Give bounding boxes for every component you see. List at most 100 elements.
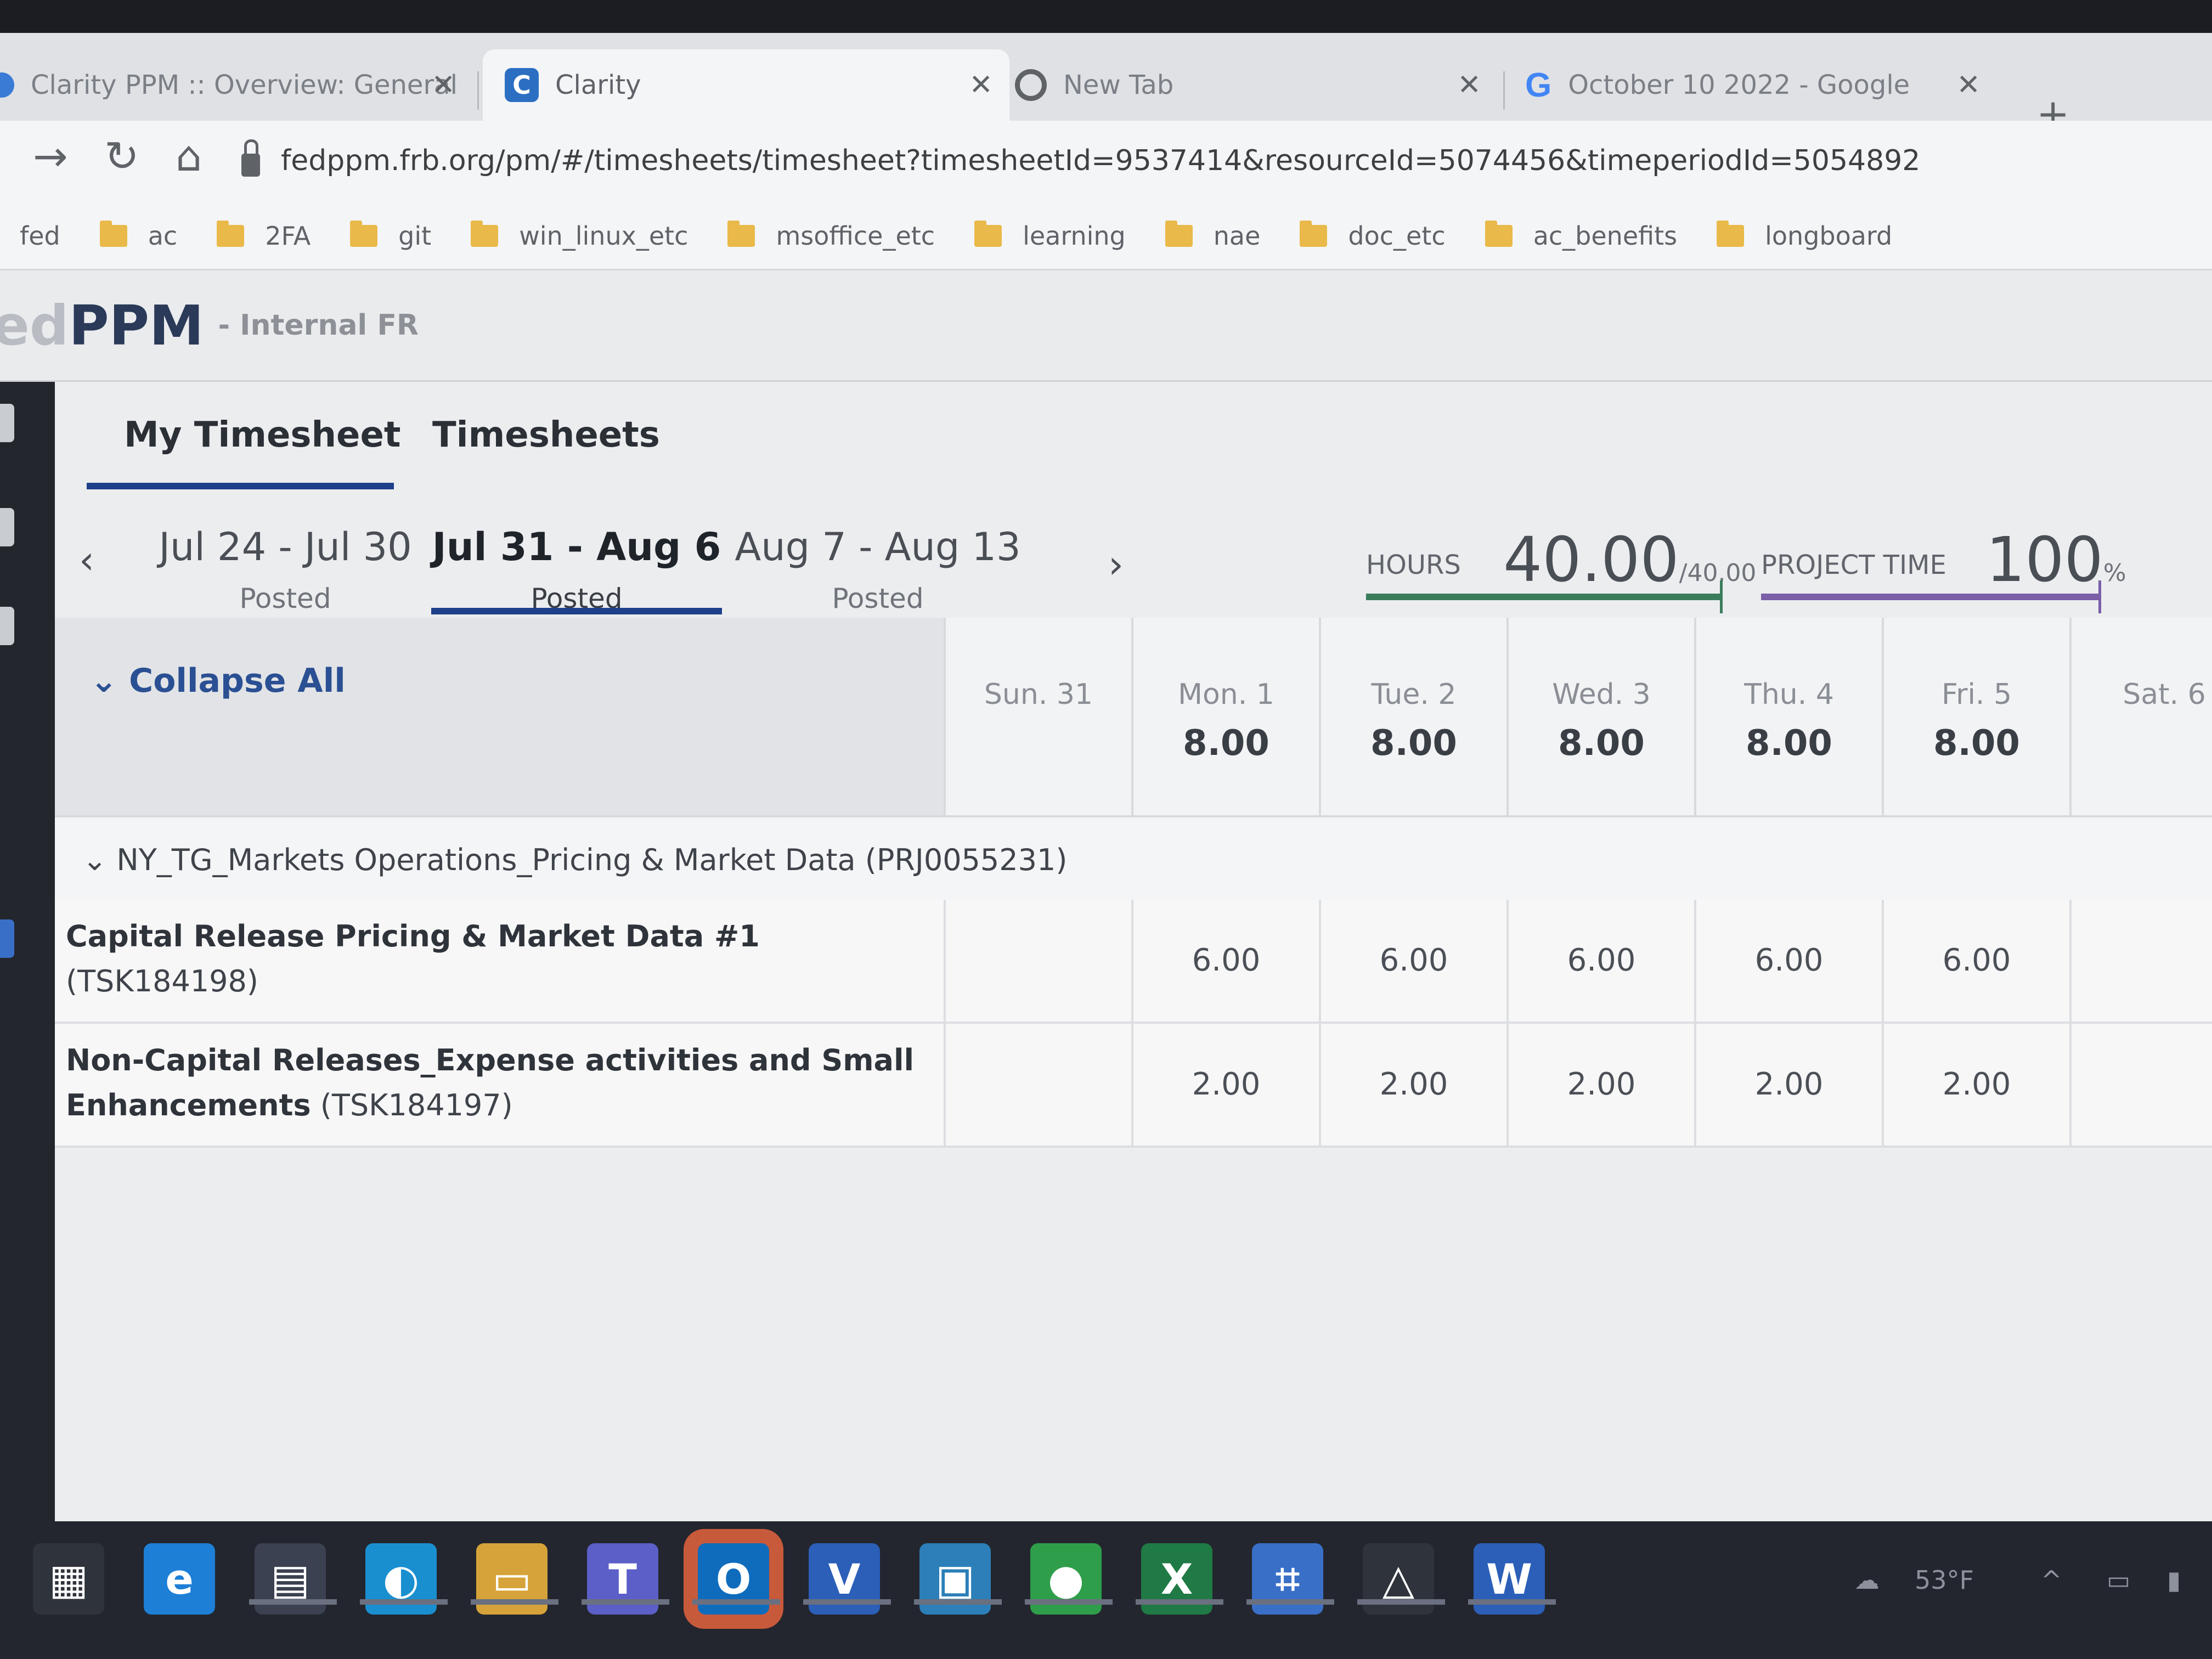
- home-icon[interactable]: ⌂: [176, 132, 202, 180]
- task-row: Capital Release Pricing & Market Data #1…: [55, 900, 2212, 1024]
- browser-tab-strip: Clarity PPM :: Overview: General ✕ C Cla…: [0, 33, 2212, 137]
- running-app-indicator: [360, 1599, 448, 1605]
- folder-icon: [1165, 221, 1193, 247]
- day-name: Thu. 4: [1744, 678, 1834, 711]
- bookmark-label: fed: [20, 221, 60, 251]
- project-name-label: NY_TG_Markets Operations_Pricing & Marke…: [116, 843, 1068, 877]
- hours-target-marker: [1720, 580, 1723, 613]
- folder-icon: [471, 221, 499, 247]
- project-time-target-marker: [2098, 580, 2101, 613]
- hours-number: 40.00: [1503, 524, 1679, 596]
- network-tray-icon[interactable]: ▭: [2107, 1565, 2130, 1595]
- weather-icon[interactable]: ☁: [1854, 1565, 1880, 1595]
- address-bar[interactable]: fedppm.frb.org/pm/#/timesheets/timesheet…: [241, 131, 2194, 191]
- hours-cell[interactable]: 2.00: [1506, 1024, 1694, 1146]
- period-dates: Aug 7 - Aug 13: [735, 524, 1021, 569]
- collapse-all-button[interactable]: ⌄ Collapse All: [90, 662, 346, 700]
- running-app-indicator: [471, 1599, 558, 1605]
- day-name: Tue. 2: [1371, 678, 1457, 711]
- tab-timesheets[interactable]: Timesheets: [432, 415, 660, 455]
- hours-cell[interactable]: 2.00: [1319, 1024, 1506, 1146]
- hours-cell[interactable]: 6.00: [1882, 900, 2069, 1022]
- bookmark-ac-benefits[interactable]: ac_benefits: [1485, 221, 1677, 251]
- hours-cell[interactable]: 6.00: [1319, 900, 1506, 1022]
- active-tab-indicator: [87, 483, 394, 489]
- tab-title: Clarity: [555, 70, 641, 100]
- browser-tab-clarity[interactable]: C Clarity ✕: [483, 49, 1009, 121]
- chevron-right-icon[interactable]: ›: [1108, 542, 1124, 587]
- clarity-c-icon: C: [505, 68, 539, 102]
- hours-cell[interactable]: 6.00: [1694, 900, 1882, 1022]
- hours-cell[interactable]: [2069, 900, 2212, 1022]
- bookmark-label: 2FA: [265, 221, 311, 251]
- nav-rail-icon[interactable]: [0, 404, 14, 442]
- close-icon[interactable]: ✕: [1956, 69, 1980, 101]
- bookmark-win-linux-etc[interactable]: win_linux_etc: [471, 221, 688, 251]
- tab-separator: [477, 71, 479, 110]
- hours-cell[interactable]: 6.00: [1506, 900, 1694, 1022]
- day-name: Mon. 1: [1178, 678, 1274, 711]
- bookmark-learning[interactable]: learning: [974, 221, 1126, 251]
- bookmark-nae[interactable]: nae: [1165, 221, 1261, 251]
- bookmark-label: longboard: [1765, 221, 1893, 251]
- period-dates: Jul 31 - Aug 6: [432, 524, 721, 569]
- tab-my-timesheet[interactable]: My Timesheet: [124, 415, 400, 455]
- tab-title: Clarity PPM :: Overview: General: [31, 70, 458, 100]
- close-icon[interactable]: ✕: [969, 69, 993, 101]
- browser-tab-google-search[interactable]: G October 10 2022 - Google Searc ✕: [1525, 49, 1997, 121]
- forward-icon[interactable]: →: [33, 132, 68, 180]
- bookmark-label: git: [398, 221, 432, 251]
- project-row[interactable]: ⌄ NY_TG_Markets Operations_Pricing & Mar…: [55, 815, 2212, 902]
- period-jul31-aug6[interactable]: Jul 31 - Aug 6 Posted: [428, 524, 725, 614]
- day-total: 8.00: [1370, 723, 1457, 764]
- close-icon[interactable]: ✕: [431, 69, 455, 101]
- nav-rail-icon[interactable]: [0, 508, 14, 546]
- hours-cell[interactable]: 6.00: [1131, 900, 1319, 1022]
- volume-icon[interactable]: ▮: [2167, 1565, 2181, 1595]
- running-app-indicator: [1025, 1599, 1113, 1605]
- browser-tab-clarity-overview[interactable]: Clarity PPM :: Overview: General ✕: [0, 49, 472, 121]
- hours-cell[interactable]: [944, 1024, 1131, 1146]
- bookmark-label: learning: [1023, 221, 1126, 251]
- internet-explorer-icon[interactable]: e: [144, 1543, 215, 1615]
- browser-toolbar: → ↻ ⌂ fedppm.frb.org/pm/#/timesheets/tim…: [0, 121, 2212, 203]
- bookmark-fed[interactable]: fed: [20, 221, 60, 251]
- period-jul24-jul30[interactable]: Jul 24 - Jul 30 Posted: [137, 524, 433, 614]
- reload-icon[interactable]: ↻: [104, 132, 139, 180]
- weather-temp: 53°F: [1915, 1565, 1974, 1595]
- chevron-down-icon: ⌄: [90, 662, 129, 700]
- chevron-up-icon[interactable]: ^: [2041, 1565, 2062, 1595]
- day-column-header: Fri. 5 8.00: [1882, 618, 2069, 815]
- task-name: Capital Release Pricing & Market Data #1…: [66, 914, 933, 1004]
- folder-icon: [1300, 221, 1328, 247]
- day-name: Fri. 5: [1941, 678, 2012, 711]
- hours-cell[interactable]: 2.00: [1694, 1024, 1882, 1146]
- app-subtitle: - Internal FR: [218, 309, 419, 342]
- day-name: Sat. 6: [2123, 678, 2206, 711]
- running-app-indicator: [914, 1599, 1002, 1605]
- browser-tab-new-tab[interactable]: New Tab ✕: [1015, 49, 1498, 121]
- app-header: ed PPM - Internal FR: [0, 270, 2212, 382]
- close-icon[interactable]: ✕: [1457, 69, 1481, 101]
- period-aug7-aug13[interactable]: Aug 7 - Aug 13 Posted: [730, 524, 1026, 614]
- bookmark-longboard[interactable]: longboard: [1717, 221, 1892, 251]
- nav-rail-icon[interactable]: [0, 607, 14, 645]
- lock-icon: [241, 139, 260, 177]
- task-view-icon[interactable]: ▦: [33, 1543, 104, 1615]
- bookmark-label: nae: [1213, 221, 1261, 251]
- bookmark-ac[interactable]: ac: [99, 221, 177, 251]
- bookmark-git[interactable]: git: [350, 221, 431, 251]
- hours-cell[interactable]: 2.00: [1882, 1024, 2069, 1146]
- bookmark-2fa[interactable]: 2FA: [217, 221, 311, 251]
- hours-cell[interactable]: [944, 900, 1131, 1022]
- bookmark-doc-etc[interactable]: doc_etc: [1300, 221, 1446, 251]
- task-name: Non-Capital Releases_Expense activities …: [66, 1038, 933, 1128]
- logo-text: PPM: [69, 293, 204, 358]
- nav-rail-active-icon[interactable]: [0, 919, 14, 958]
- chevron-left-icon[interactable]: ‹: [79, 538, 94, 583]
- project-time-number: 100: [1986, 524, 2103, 596]
- hours-label: HOURS: [1366, 550, 1461, 580]
- bookmark-msoffice-etc[interactable]: msoffice_etc: [727, 221, 935, 251]
- hours-cell[interactable]: [2069, 1024, 2212, 1146]
- hours-cell[interactable]: 2.00: [1131, 1024, 1319, 1146]
